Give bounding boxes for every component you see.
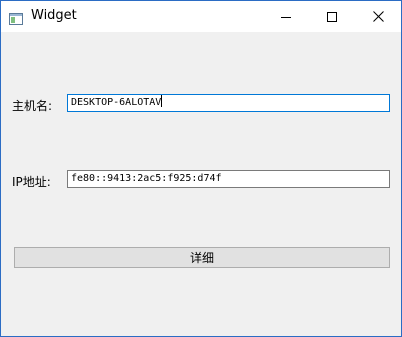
detail-button[interactable]: 详细 xyxy=(14,247,390,268)
close-icon xyxy=(372,7,384,26)
minimize-button[interactable] xyxy=(263,1,309,32)
text-caret xyxy=(161,95,163,107)
window-title: Widget xyxy=(31,8,77,23)
maximize-icon xyxy=(327,7,337,26)
detail-button-label: 详细 xyxy=(189,251,214,265)
widget-window: Widget 主机名: DESKTOP-6ALOTAV IP地址: fe80::… xyxy=(0,0,402,337)
maximize-button[interactable] xyxy=(309,1,355,32)
hostname-value: DESKTOP-6ALOTAV xyxy=(71,97,162,108)
minimize-icon xyxy=(281,7,291,26)
ip-address-label: IP地址: xyxy=(12,175,51,189)
ip-address-field[interactable]: fe80::9413:2ac5:f925:d74f xyxy=(67,170,390,188)
ip-address-value: fe80::9413:2ac5:f925:d74f xyxy=(71,173,222,184)
title-bar[interactable]: Widget xyxy=(1,1,401,32)
hostname-label: 主机名: xyxy=(12,99,53,113)
app-window-icon xyxy=(9,10,23,25)
hostname-field[interactable]: DESKTOP-6ALOTAV xyxy=(67,94,390,112)
close-button[interactable] xyxy=(355,1,401,32)
